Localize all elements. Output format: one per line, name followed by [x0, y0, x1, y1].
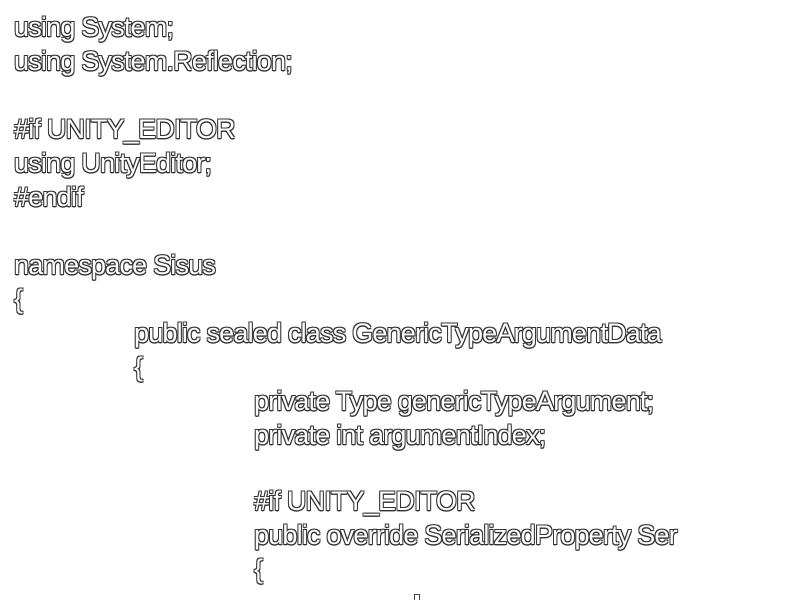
code-line-if-unity-editor-inner: #if UNITY_EDITOR: [254, 486, 476, 516]
code-line-method-open-brace: {: [254, 554, 263, 584]
code-line-field-generic-type: private Type genericTypeArgument;: [254, 386, 654, 416]
code-line-field-argument-index: private int argumentIndex;: [254, 420, 546, 450]
cut-off-glyph: [414, 594, 420, 600]
code-line-using-unityeditor: using UnityEditor;: [14, 148, 212, 178]
code-line-class-open-brace: {: [134, 352, 143, 382]
code-line-if-unity-editor: #if UNITY_EDITOR: [14, 114, 236, 144]
code-line-class-declaration: public sealed class GenericTypeArgumentD…: [134, 318, 662, 348]
code-line-namespace: namespace Sisus: [14, 250, 216, 280]
code-line-open-brace: {: [14, 284, 23, 314]
code-line-using-system: using System;: [14, 12, 174, 42]
code-line-override-method: public override SerializedProperty Ser: [254, 520, 678, 550]
code-view: using System; using System.Reflection; #…: [0, 0, 800, 600]
code-line-using-reflection: using System.Reflection;: [14, 46, 293, 76]
code-line-endif: #endif: [14, 182, 84, 212]
